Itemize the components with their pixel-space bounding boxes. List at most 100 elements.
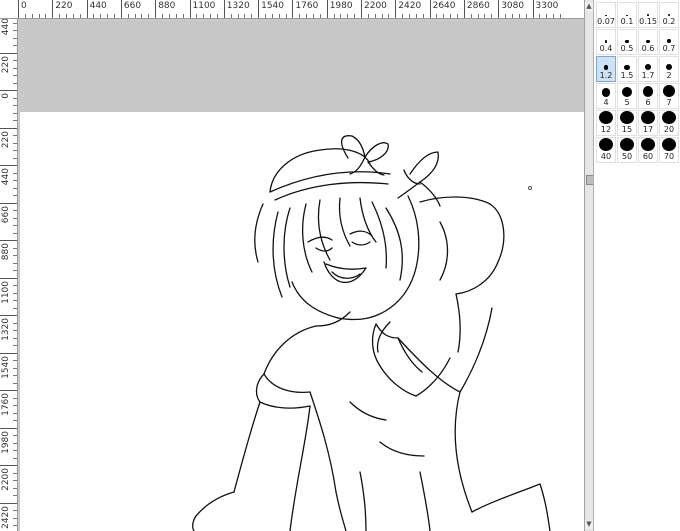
brush-size-button[interactable]: 5: [617, 83, 637, 109]
brush-size-button[interactable]: 0.1: [617, 2, 637, 28]
ruler-minor-tick: [93, 14, 95, 18]
ruler-minor-tick: [415, 14, 417, 18]
brush-size-label: 12: [600, 125, 612, 134]
ruler-minor-tick: [230, 14, 232, 18]
ruler-minor-tick: [13, 232, 17, 234]
brush-size-button[interactable]: 0.2: [659, 2, 679, 28]
brush-size-button[interactable]: 0.15: [638, 2, 658, 28]
vertical-scrollbar[interactable]: ▲ ▼: [584, 0, 594, 531]
ruler-minor-tick: [13, 112, 17, 114]
brush-size-label: 17: [642, 125, 654, 134]
ruler-minor-tick: [367, 14, 369, 18]
ruler-tick-label: 220: [0, 52, 17, 92]
ruler-minor-tick: [13, 217, 17, 219]
ruler-tick-label: 0: [0, 90, 17, 129]
ruler-minor-tick: [13, 337, 17, 339]
ruler-minor-tick: [511, 14, 513, 18]
ruler-minor-tick: [13, 495, 17, 496]
brush-size-button[interactable]: 12: [596, 110, 616, 136]
brush-size-button[interactable]: 1.7: [638, 56, 658, 82]
scroll-up-arrow-icon[interactable]: ▲: [585, 2, 593, 11]
vertical-ruler: 440 220 0 220 440 660 880 1100 1320 1540 1760 1980 2…: [0, 19, 18, 531]
ruler-minor-tick: [443, 14, 445, 18]
brush-size-button[interactable]: 1.2: [596, 56, 616, 82]
ruler-minor-tick: [13, 120, 17, 121]
ruler-minor-tick: [24, 14, 26, 18]
ruler-tick-label: 2640: [429, 0, 464, 18]
brush-dot-icon: [626, 14, 628, 16]
brush-size-button[interactable]: 7: [659, 83, 679, 109]
drawing-canvas[interactable]: [20, 112, 596, 531]
brush-dot-icon: [601, 88, 611, 97]
brush-dot-icon: [645, 64, 651, 70]
ruler-minor-tick: [13, 157, 17, 159]
ruler-tick-label: 1100: [0, 277, 17, 317]
brush-size-button[interactable]: 50: [617, 137, 637, 163]
brush-size-button[interactable]: 0.6: [638, 29, 658, 55]
brush-size-button[interactable]: 20: [659, 110, 679, 136]
ruler-minor-tick: [340, 14, 342, 18]
brush-size-button[interactable]: 0.5: [617, 29, 637, 55]
ruler-minor-tick: [388, 14, 390, 18]
brush-size-button[interactable]: 4: [596, 83, 616, 109]
ruler-minor-tick: [148, 14, 150, 18]
ruler-minor-tick: [127, 14, 129, 18]
brush-dot-icon: [662, 111, 676, 124]
brush-size-label: 20: [663, 125, 675, 134]
brush-size-label: 0.07: [597, 17, 615, 26]
brush-size-label: 2: [666, 71, 672, 80]
brush-dot-icon: [624, 64, 630, 70]
ruler-tick-label: 1320: [223, 0, 258, 18]
ruler-minor-tick: [13, 450, 17, 451]
ruler-tick-label: 3080: [498, 0, 532, 18]
ruler-minor-tick: [13, 420, 17, 421]
ruler-minor-tick: [470, 14, 472, 18]
brush-size-button[interactable]: 1.5: [617, 56, 637, 82]
ruler-minor-tick: [264, 14, 266, 18]
brush-size-button[interactable]: 0.07: [596, 2, 616, 28]
ruler-minor-tick: [484, 14, 486, 18]
ruler-minor-tick: [38, 14, 40, 18]
brush-size-label: 15: [621, 125, 633, 134]
brush-size-button[interactable]: 0.4: [596, 29, 616, 55]
brush-size-button[interactable]: 15: [617, 110, 637, 136]
ruler-minor-tick: [210, 14, 212, 18]
brush-size-button[interactable]: 0.7: [659, 29, 679, 55]
brush-dot-icon: [662, 138, 676, 151]
ruler-minor-tick: [100, 14, 102, 18]
brush-size-label: 0.1: [620, 17, 634, 26]
ruler-minor-tick: [13, 330, 17, 331]
ruler-tick-label: 2200: [0, 465, 17, 504]
ruler-minor-tick: [13, 180, 17, 181]
brush-size-button[interactable]: 60: [638, 137, 658, 163]
ruler-minor-tick: [66, 14, 68, 18]
ruler-minor-tick: [13, 195, 17, 196]
ruler-minor-tick: [13, 307, 17, 309]
brush-size-button[interactable]: 40: [596, 137, 616, 163]
horizontal-ruler: 0 220 440 660 880 1100 1320 1540 1760 1980 2200 242…: [0, 0, 584, 19]
ruler-tick-label: 440: [86, 0, 121, 18]
ruler-minor-tick: [182, 14, 184, 18]
ruler-minor-tick: [72, 14, 74, 18]
ruler-minor-tick: [13, 210, 17, 211]
ruler-minor-tick: [13, 360, 17, 361]
brush-size-label: 1.5: [620, 71, 634, 80]
ruler-minor-tick: [13, 172, 17, 174]
ruler-tick-label: 440: [0, 19, 17, 54]
ruler-minor-tick: [518, 14, 520, 18]
ruler-minor-tick: [244, 14, 246, 18]
brush-size-button[interactable]: 70: [659, 137, 679, 163]
ruler-minor-tick: [13, 382, 17, 384]
ruler-minor-tick: [477, 14, 479, 18]
ruler-tick-label: 2860: [463, 0, 498, 18]
ruler-minor-tick: [13, 510, 17, 511]
ruler-minor-tick: [312, 14, 314, 18]
ruler-minor-tick: [13, 105, 17, 106]
ruler-minor-tick: [59, 14, 61, 18]
ruler-minor-tick: [13, 322, 17, 324]
brush-size-button[interactable]: 6: [638, 83, 658, 109]
brush-size-label: 0.4: [599, 44, 613, 53]
brush-size-button[interactable]: 2: [659, 56, 679, 82]
scroll-down-arrow-icon[interactable]: ▼: [585, 520, 593, 529]
brush-size-button[interactable]: 17: [638, 110, 658, 136]
